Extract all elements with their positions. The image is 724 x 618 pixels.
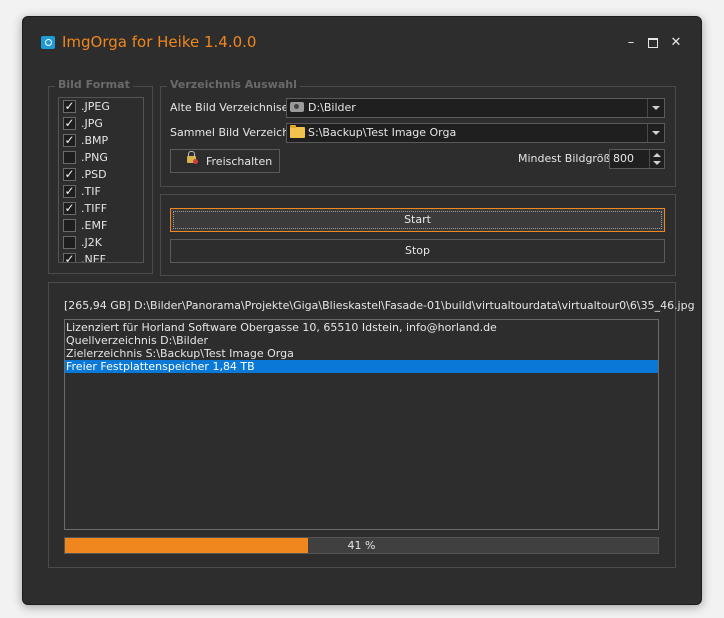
format-checkbox[interactable]: ✓ [63,168,76,181]
format-checkbox[interactable] [63,236,76,249]
format-label: .TIFF [81,202,108,215]
verzeichnis-auswahl-group: Verzeichnis Auswahl Alte Bild Verzeichni… [160,78,676,187]
mindest-bildgroesse-value: 800 [613,152,634,165]
progress-bar: 41 % [64,537,659,554]
format-item[interactable]: ✓ .JPEG [59,98,143,115]
format-checkbox[interactable]: ✓ [63,134,76,147]
format-label: .PSD [81,168,107,181]
status-group: [265,94 GB] D:\Bilder\Panorama\Projekte\… [48,282,695,568]
log-list[interactable]: Lizenziert für Horland Software Obergass… [64,319,659,530]
format-label: .EMF [81,219,108,232]
app-icon [41,36,55,49]
sammel-verzeichnis-value: S:\Backup\Test Image Orga [308,126,457,139]
stepper-buttons[interactable] [649,150,664,168]
format-label: .NEF [81,253,107,263]
format-item[interactable]: .J2K [59,234,143,251]
verzeichnis-auswahl-legend: Verzeichnis Auswahl [167,78,300,91]
format-checkbox[interactable] [63,151,76,164]
format-item[interactable]: ✓ .TIFF [59,200,143,217]
format-checkbox[interactable] [63,219,76,232]
mindest-bildgroesse-stepper[interactable]: 800 [609,149,665,169]
format-item[interactable]: .EMF [59,217,143,234]
main-window: ImgOrga for Heike 1.4.0.0 – ✕ Bild Forma… [22,16,702,605]
format-label: .J2K [81,236,102,249]
progress-text: 41 % [347,539,376,552]
format-label: .TIF [81,185,101,198]
sammel-verzeichnis-label: Sammel Bild Verzeichnis [170,126,305,139]
lock-icon [187,151,198,164]
log-entry[interactable]: Quellverzeichnis D:\Bilder [65,334,658,347]
format-item[interactable]: ✓ .TIF [59,183,143,200]
format-label: .BMP [81,134,109,147]
minimize-button[interactable]: – [621,33,641,53]
format-label: .JPEG [81,100,110,113]
chevron-down-icon[interactable] [653,161,661,165]
format-label: .PNG [81,151,108,164]
format-checkbox[interactable]: ✓ [63,185,76,198]
log-entry[interactable]: Freier Festplattenspeicher 1,84 TB [65,360,658,373]
alte-verzeichnis-value: D:\Bilder [308,101,356,114]
format-item[interactable]: ✓ .BMP [59,132,143,149]
action-group: Start Stop [160,194,676,276]
drive-icon [290,102,304,112]
format-item[interactable]: ✓ .JPG [59,115,143,132]
format-item[interactable]: ✓ .PSD [59,166,143,183]
alte-verzeichnis-combo[interactable]: D:\Bilder [286,98,665,118]
start-button[interactable]: Start [170,208,665,232]
chevron-down-icon[interactable] [647,99,664,117]
format-checkbox[interactable]: ✓ [63,253,76,262]
freischalten-button[interactable]: Freischalten [170,149,280,173]
bild-format-group: Bild Format ✓ .JPEG ✓ .JPG ✓ .BMP .PNG ✓ .PSD ✓ .T… [48,78,153,274]
format-checkbox[interactable]: ✓ [63,100,76,113]
format-checkbox[interactable]: ✓ [63,117,76,130]
format-list[interactable]: ✓ .JPEG ✓ .JPG ✓ .BMP .PNG ✓ .PSD ✓ .TIF ✓ .TIFF .EMF… [58,97,144,263]
format-item[interactable]: .PNG [59,149,143,166]
bild-format-legend: Bild Format [55,78,133,91]
mindest-bildgroesse-label: Mindest Bildgröße [518,152,618,165]
close-button[interactable]: ✕ [666,33,686,53]
chevron-down-icon[interactable] [647,124,664,142]
format-checkbox[interactable]: ✓ [63,202,76,215]
current-file-path: [265,94 GB] D:\Bilder\Panorama\Projekte\… [64,299,695,312]
maximize-button[interactable] [643,33,663,53]
sammel-verzeichnis-combo[interactable]: S:\Backup\Test Image Orga [286,123,665,143]
chevron-up-icon[interactable] [653,153,661,157]
format-item[interactable]: ✓ .NEF [59,251,143,263]
folder-icon [290,125,305,138]
alte-verzeichnis-label: Alte Bild Verzeichnise [170,101,289,114]
stop-button[interactable]: Stop [170,239,665,263]
window-title: ImgOrga for Heike 1.4.0.0 [62,33,257,51]
log-entry[interactable]: Zielerzeichnis S:\Backup\Test Image Orga [65,347,658,360]
maximize-icon [648,37,658,48]
log-entry[interactable]: Lizenziert für Horland Software Obergass… [65,321,658,334]
format-label: .JPG [81,117,103,130]
freischalten-label: Freischalten [206,155,273,168]
title-bar[interactable]: ImgOrga for Heike 1.4.0.0 – ✕ [23,17,701,69]
